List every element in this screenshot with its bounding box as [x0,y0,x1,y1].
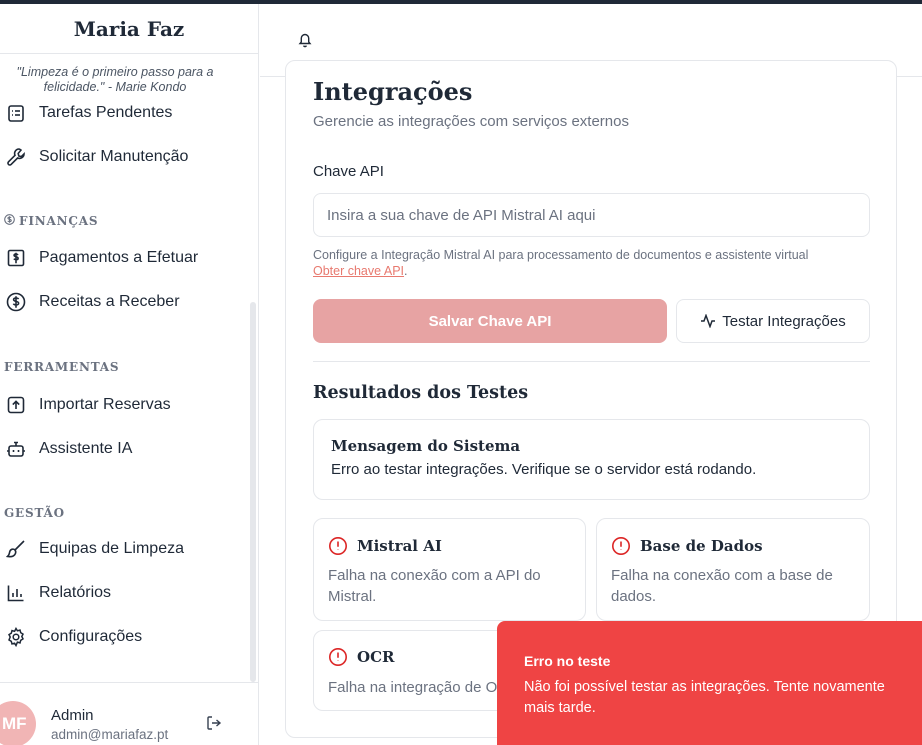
results-title: Resultados dos Testes [313,383,529,403]
sidebar-section-gestao: GESTÃO [4,506,65,520]
sidebar-item-label: Importar Reservas [39,396,171,413]
user-email: admin@mariafaz.pt [51,727,169,742]
bot-icon [5,438,27,460]
bar-chart-icon [5,582,27,604]
receipt-icon [5,247,27,269]
brand-title[interactable]: Maria Faz [0,4,258,54]
sidebar-item-label: Relatórios [39,584,112,601]
divider [313,361,870,362]
sidebar-item-importar-reservas[interactable]: Importar Reservas [5,388,245,422]
result-text: Falha na conexão com a API do Mistral. [328,567,541,605]
alert-circle-icon [328,647,348,667]
upload-icon [5,394,27,416]
clipboard-list-icon [5,102,27,124]
error-toast[interactable]: Erro no teste Não foi possível testar as… [497,621,922,745]
sidebar-section-financas: FINANÇAS [4,214,98,228]
sidebar-item-label: Assistente IA [39,440,133,457]
sidebar-item-label: Equipas de Limpeza [39,540,184,557]
sidebar-item-label: Pagamentos a Efetuar [39,249,199,266]
activity-icon [700,314,716,328]
brush-icon [5,538,27,560]
page-title: Integrações [313,77,473,106]
api-help-text: Configure a Integração Mistral AI para p… [313,248,809,278]
sidebar-item-relatorios[interactable]: Relatórios [5,576,245,610]
test-integrations-button[interactable]: Testar Integrações [676,299,870,343]
system-message-title: Mensagem do Sistema [331,437,521,455]
dollar-icon [4,214,15,228]
sidebar-item-receitas[interactable]: Receitas a Receber [5,285,245,319]
system-message-box [313,419,870,500]
toast-title: Erro no teste [524,653,611,669]
bell-icon[interactable] [298,32,316,52]
sidebar-item-label: Configurações [39,628,143,645]
wrench-icon [5,146,27,168]
api-key-input[interactable] [313,193,870,237]
gear-icon [5,626,27,648]
sidebar-item-equipas-limpeza[interactable]: Equipas de Limpeza [5,532,245,566]
sidebar-scrollbar[interactable] [250,302,256,682]
alert-circle-icon [611,536,631,556]
toast-message: Não foi possível testar as integrações. … [524,679,885,716]
system-message-text: Erro ao testar integrações. Verifique se… [331,461,757,478]
sidebar-item-label: Solicitar Manutenção [39,148,189,165]
sidebar-item-label: Receitas a Receber [39,293,180,310]
api-key-label: Chave API [313,163,384,180]
result-title: Base de Dados [640,537,763,555]
result-title: Mistral AI [357,537,442,555]
avatar[interactable]: MF [0,701,36,745]
sidebar-quote: "Limpeza é o primeiro passo para a felic… [16,65,214,94]
alert-circle-icon [328,536,348,556]
save-api-key-button[interactable]: Salvar Chave API [313,299,667,343]
user-name: Admin [51,707,94,724]
sidebar-item-solicitar-manutencao[interactable]: Solicitar Manutenção [5,140,245,174]
logout-icon[interactable] [206,715,224,733]
result-text: Falha na conexão com a base de dados. [611,567,833,605]
sidebar-section-ferramentas: FERRAMENTAS [4,360,120,374]
sidebar-item-assistente-ia[interactable]: Assistente IA [5,432,245,466]
dollar-circle-icon [5,291,27,313]
get-api-key-link[interactable]: Obter chave API [313,264,404,278]
sidebar-item-pagamentos[interactable]: Pagamentos a Efetuar [5,241,245,275]
sidebar-item-configuracoes[interactable]: Configurações [5,620,245,654]
result-title: OCR [357,648,395,666]
user-profile: MF Admin admin@mariafaz.pt [0,682,259,745]
page-subtitle: Gerencie as integrações com serviços ext… [313,113,629,130]
sidebar-item-label: Tarefas Pendentes [39,104,173,121]
sidebar-item-tarefas-pendentes[interactable]: Tarefas Pendentes [5,96,245,130]
